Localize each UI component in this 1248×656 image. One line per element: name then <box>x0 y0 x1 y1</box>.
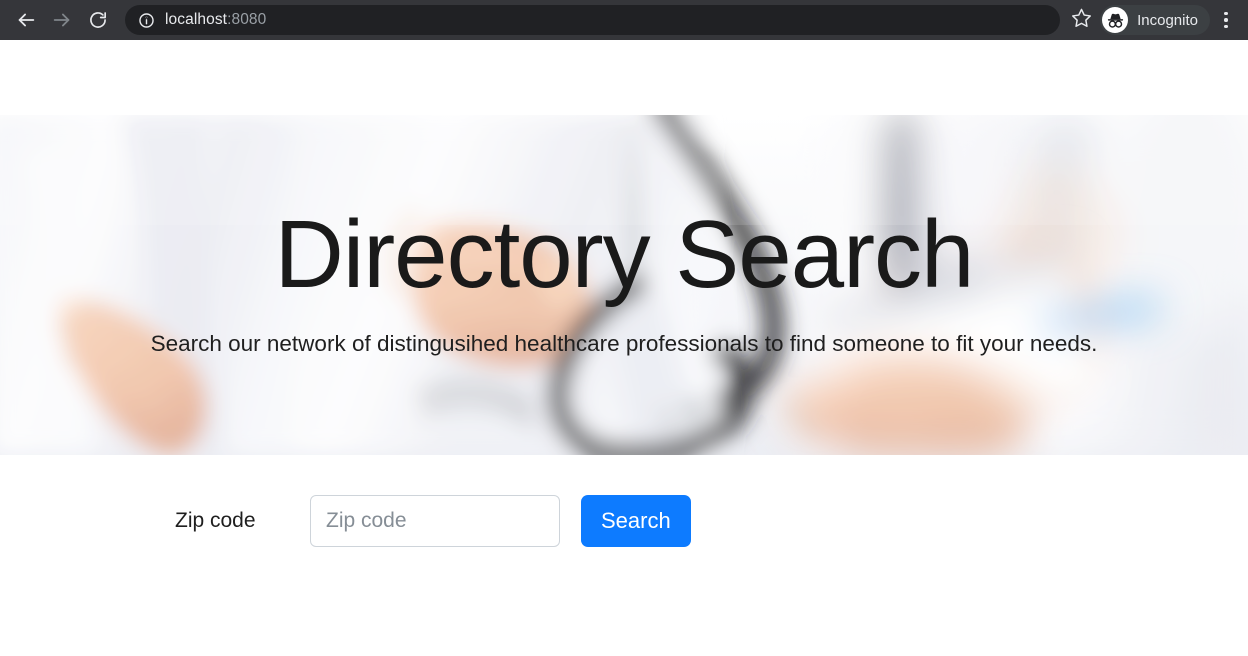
url-port: :8080 <box>227 11 267 28</box>
star-icon <box>1071 7 1092 33</box>
page-title: Directory Search <box>274 200 975 308</box>
bookmark-button[interactable] <box>1066 5 1096 35</box>
browser-menu-button[interactable] <box>1212 5 1240 35</box>
url-text: localhost:8080 <box>165 11 266 29</box>
hero-text-block: Directory Search Search our network of d… <box>0 115 1248 455</box>
browser-toolbar: localhost:8080 Incognito <box>0 0 1248 40</box>
reload-button[interactable] <box>83 5 113 35</box>
zip-code-label: Zip code <box>175 509 256 532</box>
forward-arrow-icon <box>51 9 73 31</box>
zip-code-input[interactable] <box>310 495 560 547</box>
incognito-profile-chip[interactable]: Incognito <box>1100 5 1210 35</box>
url-host: localhost <box>165 11 228 28</box>
back-arrow-icon <box>15 9 37 31</box>
hero-banner: Directory Search Search our network of d… <box>0 115 1248 455</box>
incognito-label: Incognito <box>1137 11 1198 29</box>
three-dot-menu-icon <box>1224 10 1228 30</box>
info-circle-icon[interactable] <box>137 11 155 29</box>
incognito-hat-glasses-icon <box>1102 7 1129 33</box>
address-bar[interactable]: localhost:8080 <box>125 5 1061 35</box>
back-button[interactable] <box>11 5 41 35</box>
search-button[interactable]: Search <box>581 495 691 547</box>
forward-button[interactable] <box>47 5 77 35</box>
hero-subtitle: Search our network of distingusihed heal… <box>150 331 1098 357</box>
zip-search-form: Zip code Search <box>0 495 1248 547</box>
reload-icon <box>88 10 108 30</box>
page-content: Directory Search Search our network of d… <box>0 40 1248 656</box>
